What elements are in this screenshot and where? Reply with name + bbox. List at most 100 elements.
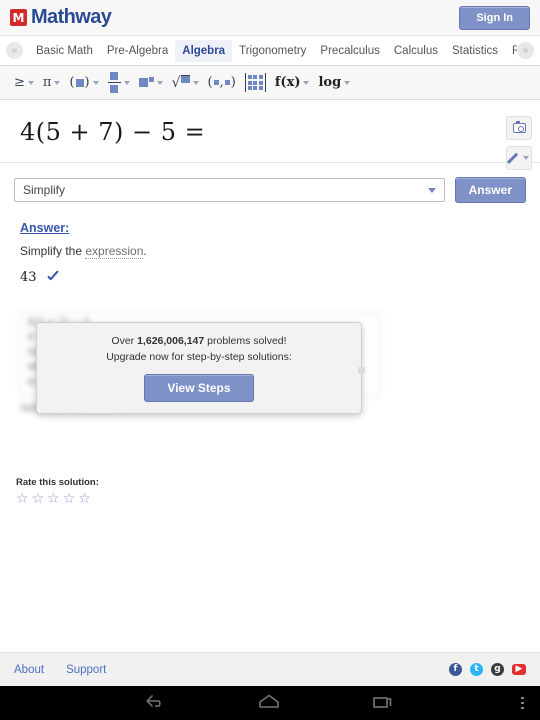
answer-value: 43 bbox=[20, 270, 37, 285]
chevron-down-icon[interactable] bbox=[92, 80, 99, 85]
rating-section: Rate this solution: ☆ ☆ ☆ ☆ ☆ bbox=[16, 477, 99, 506]
keyboard-mode-button[interactable] bbox=[506, 146, 532, 170]
sign-in-button[interactable]: Sign In bbox=[459, 5, 530, 30]
coordinate-pair-icon: (,) bbox=[207, 75, 236, 90]
app-header: M Mathway Sign In bbox=[0, 0, 540, 36]
tab-precalculus[interactable]: Precalculus bbox=[313, 40, 386, 62]
inequality-button[interactable]: ≥ bbox=[14, 76, 34, 89]
view-steps-button[interactable]: View Steps bbox=[144, 373, 254, 402]
chevron-down-icon[interactable] bbox=[54, 80, 61, 85]
expression-glossary-link[interactable]: expression bbox=[85, 244, 144, 259]
footer-links: About Support bbox=[14, 664, 106, 676]
parentheses-icon: () bbox=[69, 75, 90, 90]
answer-value-row: 43 bbox=[20, 270, 520, 285]
chevron-down-icon[interactable] bbox=[156, 80, 163, 85]
logarithm-button[interactable]: log bbox=[318, 75, 351, 90]
home-icon[interactable] bbox=[257, 693, 281, 714]
fraction-icon bbox=[107, 72, 121, 93]
answer-instruction: Simplify the expression. bbox=[20, 244, 520, 259]
star-4[interactable]: ☆ bbox=[63, 492, 76, 506]
operation-selected-value: Simplify bbox=[23, 183, 66, 197]
star-1[interactable]: ☆ bbox=[16, 492, 29, 506]
google-plus-icon[interactable]: g bbox=[491, 663, 504, 676]
camera-icon bbox=[512, 120, 526, 133]
upgrade-line: Upgrade now for step-by-step solutions: bbox=[106, 350, 292, 363]
facebook-icon[interactable]: f bbox=[449, 663, 462, 676]
square-root-button[interactable]: √ bbox=[172, 74, 199, 91]
fraction-button[interactable] bbox=[107, 72, 130, 93]
mathway-app-window: M Mathway Sign In « Basic Math Pre-Algeb… bbox=[0, 0, 540, 720]
scroll-right-icon[interactable]: » bbox=[517, 42, 534, 59]
side-tool-buttons bbox=[506, 116, 532, 170]
math-symbol-toolbar: ≥ π () √ (,) f(x) log bbox=[0, 66, 540, 100]
tab-finite-math[interactable]: Finit bbox=[505, 40, 517, 62]
matrix-icon bbox=[244, 73, 266, 92]
answer-heading[interactable]: Answer: bbox=[20, 221, 520, 235]
back-arrow-icon[interactable] bbox=[145, 693, 167, 714]
tab-statistics[interactable]: Statistics bbox=[445, 40, 505, 62]
recent-apps-icon[interactable] bbox=[371, 693, 395, 714]
problem-input-area[interactable]: 4(5 + 7) − 5 = bbox=[0, 100, 540, 163]
support-link[interactable]: Support bbox=[66, 664, 106, 676]
camera-button[interactable] bbox=[506, 116, 532, 140]
tab-basic-math[interactable]: Basic Math bbox=[29, 40, 100, 62]
checkmark-icon bbox=[46, 271, 60, 285]
star-rating: ☆ ☆ ☆ ☆ ☆ bbox=[16, 492, 99, 506]
square-root-icon: √ bbox=[172, 74, 190, 91]
chevron-down-icon[interactable] bbox=[192, 80, 199, 85]
subject-tabs: Basic Math Pre-Algebra Algebra Trigonome… bbox=[23, 39, 517, 62]
logo-wordmark: Mathway bbox=[31, 6, 112, 28]
rating-label: Rate this solution: bbox=[16, 477, 99, 488]
instruction-prefix: Simplify the bbox=[20, 244, 86, 258]
instruction-suffix: . bbox=[143, 244, 147, 258]
tab-calculus[interactable]: Calculus bbox=[387, 40, 445, 62]
matrix-button[interactable] bbox=[244, 73, 266, 92]
parentheses-button[interactable]: () bbox=[69, 75, 99, 90]
modal-resize-handle[interactable] bbox=[358, 367, 365, 374]
overflow-menu-icon[interactable] bbox=[521, 696, 524, 710]
modal-text-prefix: Over bbox=[111, 335, 138, 348]
pi-button[interactable]: π bbox=[43, 76, 61, 89]
modal-text-suffix: problems solved! bbox=[204, 335, 287, 348]
about-link[interactable]: About bbox=[14, 664, 44, 676]
mathway-logo[interactable]: M Mathway bbox=[10, 6, 112, 29]
function-icon: f(x) bbox=[274, 75, 301, 90]
tab-pre-algebra[interactable]: Pre-Algebra bbox=[100, 40, 175, 62]
chevron-down-icon[interactable] bbox=[523, 156, 529, 160]
problems-solved-count: 1,626,006,147 bbox=[137, 335, 205, 348]
subject-tab-bar: « Basic Math Pre-Algebra Algebra Trigono… bbox=[0, 36, 540, 66]
star-3[interactable]: ☆ bbox=[47, 492, 60, 506]
star-5[interactable]: ☆ bbox=[78, 492, 91, 506]
math-expression: 4(5 + 7) − 5 = bbox=[20, 118, 206, 146]
page-footer: About Support f t g ▶ bbox=[0, 652, 540, 686]
chevron-down-icon[interactable] bbox=[344, 80, 351, 85]
android-navigation-bar bbox=[0, 686, 540, 720]
logo-mark-icon: M bbox=[10, 9, 27, 26]
operation-select[interactable]: Simplify bbox=[14, 178, 445, 202]
pi-icon: π bbox=[42, 75, 52, 90]
operation-row: Simplify Answer bbox=[0, 163, 540, 213]
pencil-icon bbox=[509, 152, 521, 164]
greater-equal-icon: ≥ bbox=[14, 75, 25, 90]
exponent-button[interactable] bbox=[138, 76, 163, 89]
upgrade-modal: Over 1,626,006,147 problems solved! Upgr… bbox=[36, 322, 365, 414]
chevron-down-icon[interactable] bbox=[123, 80, 130, 85]
coordinate-pair-button[interactable]: (,) bbox=[208, 75, 236, 90]
exponent-icon bbox=[138, 76, 154, 89]
tab-algebra[interactable]: Algebra bbox=[175, 39, 233, 62]
modal-message: Over 1,626,006,147 problems solved! Upgr… bbox=[106, 334, 292, 364]
logarithm-icon: log bbox=[318, 75, 342, 90]
answer-button[interactable]: Answer bbox=[454, 177, 526, 203]
youtube-icon[interactable]: ▶ bbox=[512, 664, 526, 675]
chevron-down-icon[interactable] bbox=[427, 187, 436, 193]
twitter-icon[interactable]: t bbox=[470, 663, 483, 676]
scroll-left-icon[interactable]: « bbox=[6, 42, 23, 59]
social-links: f t g ▶ bbox=[449, 663, 526, 676]
problems-solved-line: Over 1,626,006,147 problems solved! bbox=[106, 334, 292, 349]
chevron-down-icon[interactable] bbox=[27, 80, 34, 85]
function-button[interactable]: f(x) bbox=[275, 75, 310, 90]
chevron-down-icon[interactable] bbox=[303, 80, 310, 85]
answer-section: Answer: Simplify the expression. 43 bbox=[0, 213, 540, 285]
tab-trigonometry[interactable]: Trigonometry bbox=[232, 40, 313, 62]
star-2[interactable]: ☆ bbox=[32, 492, 45, 506]
